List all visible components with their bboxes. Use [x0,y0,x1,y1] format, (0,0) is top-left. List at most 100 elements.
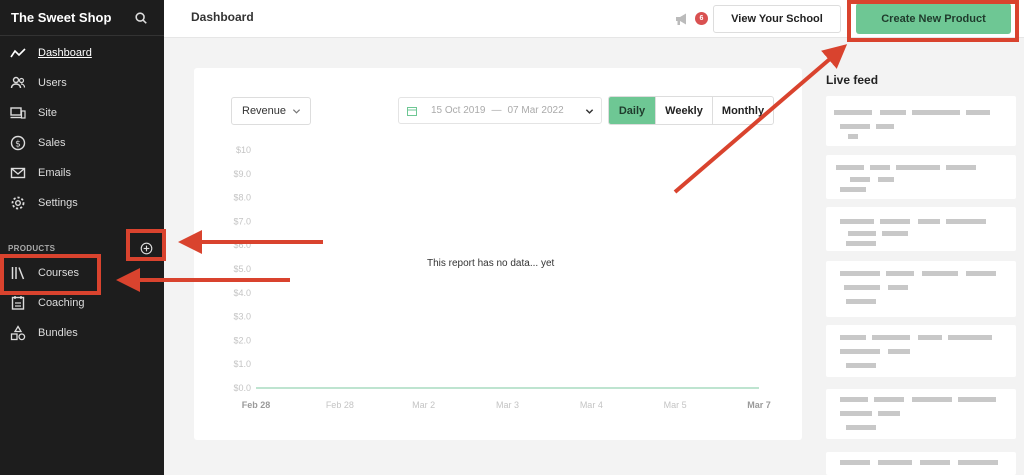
blurred-text-placeholder [918,219,940,224]
search-icon[interactable] [134,11,148,25]
y-tick-label: $0.0 [233,383,251,393]
chevron-down-icon [585,109,594,114]
blurred-text-placeholder [870,165,890,170]
blurred-text-placeholder [840,187,866,192]
live-feed-item[interactable] [826,207,1016,251]
live-feed-item[interactable] [826,389,1016,439]
report-card: Revenue 15 Oct 2019 — 07 Mar 2022 Daily … [194,68,802,440]
live-feed-item[interactable] [826,261,1016,317]
blurred-text-placeholder [946,219,986,224]
metric-select-value: Revenue [242,105,287,117]
sidebar-item-label: Bundles [38,327,78,339]
sidebar-item-emails[interactable]: Emails [0,158,164,188]
blurred-text-placeholder [878,460,912,465]
view-school-button[interactable]: View Your School [713,5,841,33]
live-feed-item[interactable] [826,325,1016,377]
blurred-text-placeholder [840,219,874,224]
blurred-text-placeholder [840,411,872,416]
period-monthly-button[interactable]: Monthly [712,97,773,124]
brand-bar: The Sweet Shop [0,0,164,36]
y-tick-label: $8.0 [233,193,251,203]
sidebar-item-bundles[interactable]: Bundles [0,318,164,348]
blurred-text-placeholder [876,124,894,129]
blurred-text-placeholder [880,219,910,224]
blurred-text-placeholder [840,335,866,340]
live-feed-item[interactable] [826,96,1016,146]
live-feed-item[interactable] [826,452,1016,475]
blurred-text-placeholder [848,231,876,236]
date-separator: — [491,105,502,116]
megaphone-icon[interactable] [674,12,690,26]
y-tick-label: $9.0 [233,169,251,179]
chevron-down-icon [292,108,301,114]
sidebar-item-settings[interactable]: Settings [0,188,164,218]
blurred-text-placeholder [878,177,894,182]
blurred-text-placeholder [878,411,900,416]
x-tick-label: Feb 28 [242,400,271,410]
clipboard-icon [11,296,25,310]
blurred-text-placeholder [948,335,992,340]
y-tick-label: $6.0 [233,240,251,250]
blurred-text-placeholder [846,299,876,304]
devices-icon [10,107,26,119]
school-name[interactable]: The Sweet Shop [11,10,111,25]
highlight-create-button [847,0,1019,42]
revenue-chart: $10 $9.0 $8.0 $7.0 $6.0 $5.0 $4.0 $3.0 $2.0 $1.0 $… [233,145,771,410]
sidebar-item-label: Sales [38,137,66,149]
dollar-icon: $ [10,135,26,151]
blurred-text-placeholder [846,363,876,368]
blurred-text-placeholder [922,271,958,276]
sidebar-item-label: Site [38,107,57,119]
live-feed-title: Live feed [826,73,879,87]
sidebar-item-label: Settings [38,197,78,209]
blurred-text-placeholder [882,231,908,236]
blurred-text-placeholder [840,460,870,465]
activity-icon [10,48,26,58]
y-tick-label: $4.0 [233,288,251,298]
blurred-text-placeholder [874,397,904,402]
sidebar-item-dashboard[interactable]: Dashboard [0,38,164,68]
blurred-text-placeholder [886,271,914,276]
y-tick-label: $10 [236,145,251,155]
highlight-add-product [126,229,166,261]
x-tick-label: Mar 7 [747,400,771,410]
blurred-text-placeholder [840,349,880,354]
page-title: Dashboard [191,10,254,24]
sidebar-item-site[interactable]: Site [0,98,164,128]
blurred-text-placeholder [846,425,876,430]
sidebar-item-label: Coaching [38,297,85,309]
shapes-icon [10,325,26,341]
svg-text:$: $ [15,140,21,150]
blurred-text-placeholder [880,110,906,115]
blurred-text-placeholder [966,110,990,115]
live-feed-item[interactable] [826,155,1016,199]
x-tick-label: Feb 28 [326,400,354,410]
period-weekly-button[interactable]: Weekly [655,97,712,124]
blurred-text-placeholder [840,271,880,276]
period-daily-button[interactable]: Daily [609,97,655,124]
blurred-text-placeholder [846,241,876,246]
blurred-text-placeholder [946,165,976,170]
blurred-text-placeholder [912,397,952,402]
highlight-courses [0,254,101,295]
blurred-text-placeholder [918,335,942,340]
notification-badge[interactable]: 6 [695,12,708,25]
blurred-text-placeholder [912,110,960,115]
date-from: 15 Oct 2019 [431,105,486,116]
mail-icon [10,167,26,179]
sidebar-item-label: Dashboard [38,47,92,59]
period-toggle: Daily Weekly Monthly [608,96,774,125]
blurred-text-placeholder [850,177,870,182]
date-to: 07 Mar 2022 [507,105,564,116]
y-tick-label: $2.0 [233,335,251,345]
date-range-picker[interactable]: 15 Oct 2019 — 07 Mar 2022 [398,97,602,124]
blurred-text-placeholder [872,335,910,340]
metric-select[interactable]: Revenue [231,97,311,125]
sidebar-item-label: Emails [38,167,72,179]
blurred-text-placeholder [958,460,998,465]
y-tick-label: $1.0 [233,359,251,369]
blurred-text-placeholder [966,271,996,276]
sidebar-item-sales[interactable]: $ Sales [0,128,164,158]
x-tick-label: Mar 2 [412,400,435,410]
sidebar-item-users[interactable]: Users [0,68,164,98]
